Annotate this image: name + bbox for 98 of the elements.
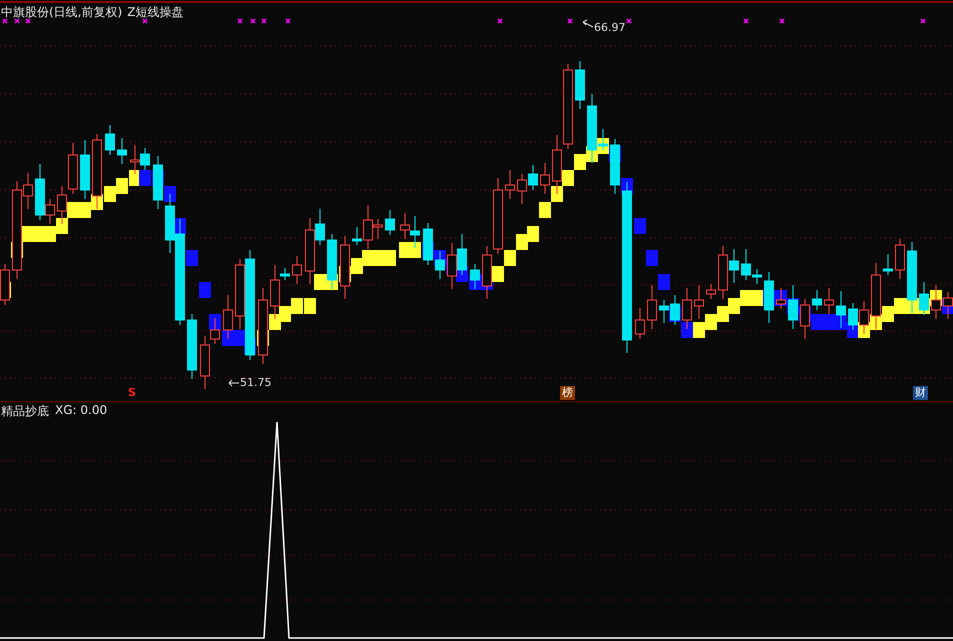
trend-band-segment: [681, 322, 693, 338]
candlestick: [435, 250, 445, 280]
trend-band-segment: [492, 266, 504, 282]
candlestick: [187, 314, 197, 380]
event-marker[interactable]: 榜: [560, 386, 575, 400]
candlestick: [776, 288, 786, 310]
candlestick: [68, 142, 78, 194]
candlestick: [457, 234, 467, 276]
trend-band-segment: [44, 226, 56, 242]
trend-band-segment: [516, 234, 528, 250]
candlestick: [764, 272, 774, 324]
candlestick: [528, 164, 538, 190]
candlestick: [919, 282, 929, 316]
candlestick: [682, 288, 692, 330]
candlestick: [292, 256, 302, 284]
candlestick: [836, 290, 846, 328]
trend-band-segment: [740, 290, 752, 306]
low-price-label: 51.75: [240, 376, 272, 389]
trend-band-segment: [56, 218, 68, 234]
candlestick: [447, 242, 457, 290]
trend-band-segment: [104, 186, 116, 202]
trend-band-segment: [79, 202, 91, 218]
trend-band-segment: [164, 186, 176, 202]
candlestick: [859, 300, 869, 334]
candlestick: [482, 246, 492, 300]
candlestick: [153, 156, 163, 210]
candlestick: [610, 138, 620, 194]
candlestick: [659, 300, 669, 324]
trend-band-segment: [186, 250, 198, 266]
candlestick: [410, 216, 420, 248]
candlestick: [57, 186, 67, 224]
event-marker[interactable]: S: [126, 386, 138, 400]
candlestick: [80, 140, 90, 200]
trend-band-segment: [751, 290, 763, 306]
candlestick: [647, 284, 657, 330]
candlestick: [575, 60, 585, 110]
high-price-label: 66.97: [594, 21, 626, 34]
candlestick: [130, 144, 140, 174]
candlestick: [517, 174, 527, 204]
candlestick: [800, 298, 810, 340]
candlestick: [824, 288, 834, 314]
trend-band-segment: [551, 186, 563, 202]
trend-band-segment: [527, 226, 539, 242]
candlestick: [848, 302, 858, 330]
trend-band-segment: [728, 298, 740, 314]
candlestick: [895, 238, 905, 280]
trend-band-segment: [67, 202, 79, 218]
candlestick: [931, 284, 941, 320]
candlestick: [423, 222, 433, 266]
candlestick: [883, 254, 893, 276]
low-arrow-icon: [228, 380, 240, 386]
trend-band-segment: [384, 250, 396, 266]
candlestick: [117, 138, 127, 164]
candlestick: [706, 284, 716, 300]
trend-band-segment: [279, 306, 291, 322]
candlestick: [140, 148, 150, 170]
candlestick: [223, 294, 233, 340]
event-marker[interactable]: 财: [913, 386, 928, 400]
candlestick: [470, 264, 480, 290]
trend-band-segment: [539, 202, 551, 218]
candlestick: [327, 234, 337, 290]
candlestick: [340, 236, 350, 300]
trend-band-segment: [222, 330, 234, 346]
candlestick: [540, 162, 550, 194]
indicator-title: 精品抄底: [1, 403, 49, 420]
trend-band-segment: [209, 314, 221, 330]
trend-band-segment: [894, 298, 906, 314]
trend-band-segment: [705, 314, 717, 330]
candlestick: [105, 124, 115, 156]
trend-band-segment: [882, 306, 894, 322]
trend-band-segment: [504, 250, 516, 266]
trend-band-segment: [693, 322, 705, 338]
candlestick: [670, 294, 680, 326]
high-arrow-icon: [582, 20, 594, 28]
trend-band-segment: [199, 282, 211, 298]
trend-band-segment: [646, 250, 658, 266]
trend-band-segment: [304, 298, 316, 314]
candlestick: [788, 284, 798, 330]
candlestick: [385, 210, 395, 236]
candlestick: [505, 170, 515, 200]
candlestick: [635, 308, 645, 340]
trend-band-segment: [314, 274, 326, 290]
indicator-reading: XG: 0.00: [55, 403, 108, 419]
trend-band-segment: [574, 154, 586, 170]
trend-band-segment: [562, 170, 574, 186]
chart-title: 中旗股份(日线,前复权): [1, 4, 122, 21]
candlestick: [694, 284, 704, 320]
trend-band-segment: [658, 274, 670, 290]
trend-band-segment: [717, 306, 729, 322]
trend-band-segment: [634, 218, 646, 234]
indicator-name: Z短线操盘: [127, 4, 184, 21]
trend-band-segment: [409, 242, 421, 258]
candlestick: [907, 242, 917, 314]
trend-band-segment: [291, 298, 303, 314]
trend-band-segment: [116, 178, 128, 194]
candlestick: [400, 212, 410, 240]
candlestick: [812, 290, 822, 310]
candlestick: [871, 262, 881, 330]
